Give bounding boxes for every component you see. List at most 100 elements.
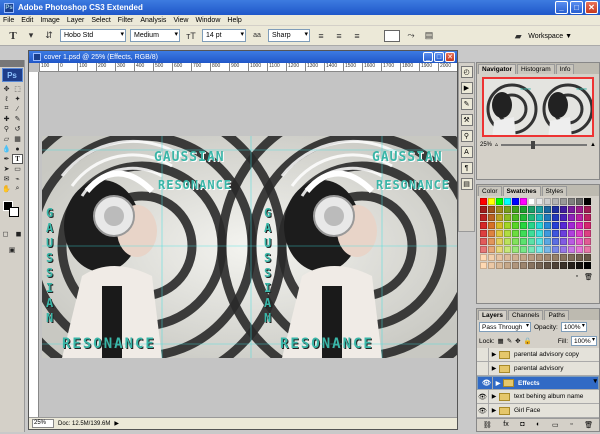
color-swatch[interactable]	[560, 230, 567, 237]
character-panel-icon[interactable]: ▤	[422, 29, 436, 43]
color-swatch[interactable]	[520, 262, 527, 269]
status-arrow-icon[interactable]: ▶	[114, 420, 119, 427]
color-swatch[interactable]	[480, 246, 487, 253]
brushes-panel-icon[interactable]: ✎	[460, 98, 473, 110]
font-size-select[interactable]: 14 pt	[202, 29, 246, 42]
color-swatch[interactable]	[496, 238, 503, 245]
menu-layer[interactable]: Layer	[67, 17, 85, 24]
new-swatch-icon[interactable]: ▫	[576, 273, 578, 281]
blend-mode-select[interactable]: Pass Through	[479, 322, 531, 332]
color-swatch[interactable]	[520, 206, 527, 213]
color-swatch[interactable]	[528, 262, 535, 269]
screen-mode-icon[interactable]: ▣	[7, 245, 18, 255]
doc-size-readout[interactable]: Doc: 12.5M/139.6M	[58, 421, 110, 427]
eye-icon[interactable]: 👁	[477, 404, 489, 417]
color-swatch[interactable]	[520, 254, 527, 261]
color-swatch[interactable]	[528, 206, 535, 213]
workspace-menu[interactable]: ▰ Workspace ▼	[511, 29, 572, 43]
color-swatch[interactable]	[496, 214, 503, 221]
text-color-swatch[interactable]	[384, 29, 400, 42]
color-swatch[interactable]	[536, 254, 543, 261]
layer-visibility-toggle[interactable]	[477, 348, 489, 361]
color-swatch[interactable]	[584, 246, 591, 253]
color-swatch[interactable]	[576, 206, 583, 213]
antialias-select[interactable]: Sharp	[268, 29, 310, 42]
font-family-select[interactable]: Hobo Std	[60, 29, 126, 42]
align-right-icon[interactable]: ≡	[350, 29, 364, 43]
brush-tool-icon[interactable]: ✎	[12, 114, 23, 124]
notes-tool-icon[interactable]: ✉	[1, 174, 12, 184]
eraser-tool-icon[interactable]: ▱	[1, 134, 12, 144]
color-swatch[interactable]	[536, 238, 543, 245]
color-swatch[interactable]	[568, 206, 575, 213]
color-swatch[interactable]	[528, 254, 535, 261]
background-color-swatch[interactable]	[9, 207, 19, 217]
color-swatch[interactable]	[480, 230, 487, 237]
color-swatch[interactable]	[480, 254, 487, 261]
color-swatch[interactable]	[496, 246, 503, 253]
marquee-tool-icon[interactable]: ⬚	[12, 84, 23, 94]
navigator-zoom-value[interactable]: 25%	[480, 142, 492, 148]
color-swatch[interactable]	[528, 238, 535, 245]
color-swatch[interactable]	[552, 254, 559, 261]
color-swatch[interactable]	[496, 198, 503, 205]
menu-edit[interactable]: Edit	[21, 17, 33, 24]
color-swatch[interactable]	[544, 222, 551, 229]
layer-row[interactable]: 👁 ▶ Girl Face	[477, 404, 599, 418]
color-swatch[interactable]	[528, 246, 535, 253]
color-swatch[interactable]	[552, 198, 559, 205]
color-swatch[interactable]	[552, 222, 559, 229]
magic-wand-tool-icon[interactable]: ✦	[12, 94, 23, 104]
new-layer-icon[interactable]: ▫	[570, 421, 572, 428]
standard-mode-icon[interactable]: ◻	[0, 229, 11, 239]
opacity-field[interactable]: 100%	[560, 322, 587, 332]
color-swatch[interactable]	[504, 198, 511, 205]
color-swatch[interactable]	[496, 254, 503, 261]
color-swatch[interactable]	[512, 222, 519, 229]
color-swatch[interactable]	[568, 230, 575, 237]
color-swatch[interactable]	[584, 214, 591, 221]
color-swatch[interactable]	[552, 238, 559, 245]
color-swatch[interactable]	[552, 230, 559, 237]
color-swatch[interactable]	[488, 206, 495, 213]
color-swatch[interactable]	[568, 214, 575, 221]
crop-tool-icon[interactable]: ⌗	[1, 104, 12, 114]
color-swatch[interactable]	[520, 198, 527, 205]
blur-tool-icon[interactable]: 💧	[1, 144, 12, 154]
layer-mask-icon[interactable]: ◘	[520, 421, 524, 428]
color-swatch[interactable]	[536, 262, 543, 269]
color-swatch[interactable]	[504, 262, 511, 269]
lock-transparency-icon[interactable]: ▦	[498, 337, 504, 345]
tab-navigator[interactable]: Navigator	[478, 64, 516, 74]
color-swatch[interactable]	[488, 238, 495, 245]
color-swatch[interactable]	[520, 230, 527, 237]
color-swatch[interactable]	[520, 222, 527, 229]
color-swatch[interactable]	[552, 214, 559, 221]
link-layers-icon[interactable]: ⛓	[483, 421, 492, 429]
color-swatch[interactable]	[536, 222, 543, 229]
clone-stamp-icon[interactable]: ⚲	[1, 124, 12, 134]
font-style-select[interactable]: Medium	[130, 29, 180, 42]
color-swatch[interactable]	[488, 230, 495, 237]
color-swatch[interactable]	[568, 254, 575, 261]
color-swatch[interactable]	[528, 214, 535, 221]
align-left-icon[interactable]: ≡	[314, 29, 328, 43]
color-swatch[interactable]	[552, 206, 559, 213]
color-swatch[interactable]	[504, 222, 511, 229]
delete-swatch-icon[interactable]: 🗑	[584, 273, 593, 281]
type-tool-icon-active[interactable]: T	[12, 154, 23, 164]
document-title-bar[interactable]: cover 1.psd @ 25% (Effects, RGB/8)	[29, 51, 457, 63]
color-swatch[interactable]	[520, 246, 527, 253]
expand-chevron-icon[interactable]: ▶	[489, 407, 499, 414]
color-swatch[interactable]	[544, 206, 551, 213]
color-swatch[interactable]	[560, 214, 567, 221]
color-swatch[interactable]	[560, 262, 567, 269]
move-tool-icon[interactable]: ✥	[1, 84, 12, 94]
maximize-button[interactable]: □	[570, 1, 583, 14]
color-swatch[interactable]	[560, 206, 567, 213]
history-panel-icon[interactable]: ◴	[460, 66, 473, 78]
color-swatch[interactable]	[512, 198, 519, 205]
layer-row[interactable]: ▶ parental advisory copy	[477, 348, 599, 362]
color-swatch[interactable]	[576, 246, 583, 253]
menu-window[interactable]: Window	[195, 17, 220, 24]
